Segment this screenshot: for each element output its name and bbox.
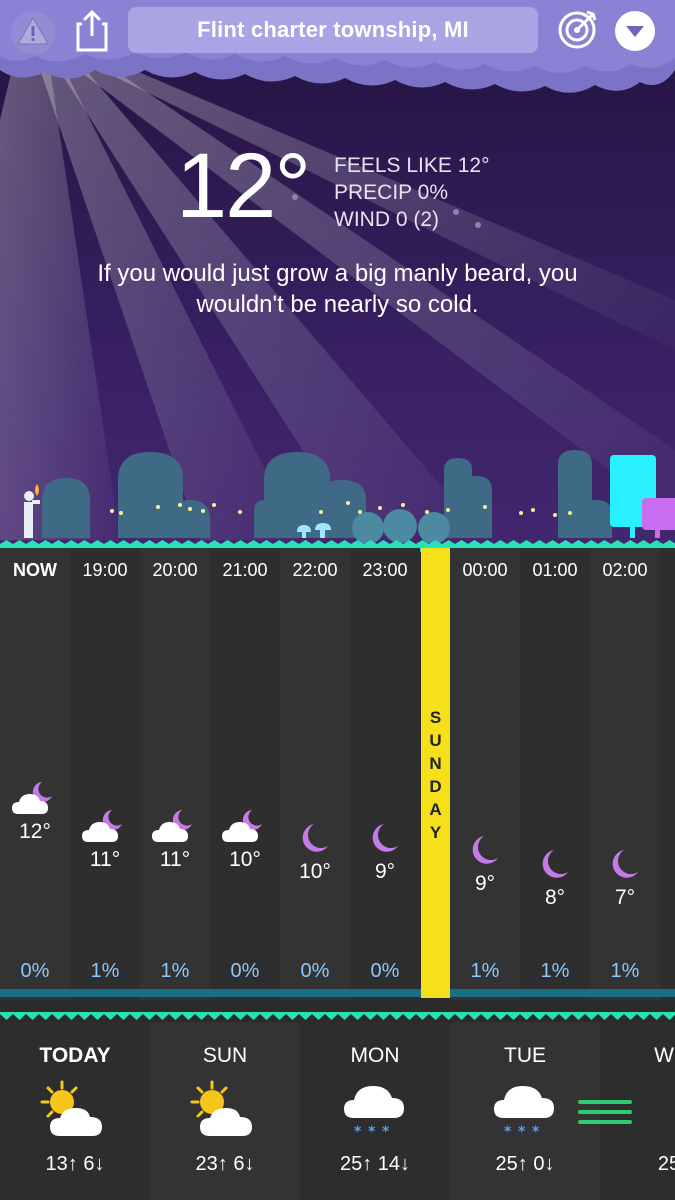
svg-text:*: *: [368, 1124, 376, 1140]
precip-text: PRECIP 0%: [334, 181, 448, 204]
snow-cloud-icon: * * *: [490, 1080, 560, 1142]
location-selector[interactable]: Flint charter township, MI: [128, 7, 538, 53]
menu-button[interactable]: [612, 8, 658, 54]
radar-icon: [558, 10, 597, 49]
hour-precip: 1%: [90, 960, 120, 982]
hour-precip: 1%: [160, 960, 190, 982]
hour-precip: 0%: [300, 960, 330, 982]
hour-temperature: 10°: [229, 848, 261, 871]
feels-like-text: FEELS LIKE 12°: [334, 154, 490, 177]
moon-icon: [362, 818, 408, 858]
svg-text:*: *: [518, 1124, 526, 1140]
hour-precip: 0%: [230, 960, 260, 982]
hour-column[interactable]: 22:00 10° 0%: [280, 548, 350, 1000]
hour-time-label: 21:00: [222, 560, 268, 580]
precip-track: [0, 989, 675, 997]
hour-time-label: NOW: [13, 560, 57, 580]
day-column[interactable]: SUN 23↑ 6↓: [150, 1022, 300, 1200]
hour-column[interactable]: 01:00 8° 1%: [520, 548, 590, 1000]
hour-column[interactable]: NOW 12° 0%: [0, 548, 70, 1000]
hour-precip: 0%: [370, 960, 400, 982]
alert-button[interactable]: [10, 8, 56, 54]
day-column[interactable]: WE 25: [578, 1022, 675, 1200]
hour-temperature: 11°: [159, 848, 191, 871]
svg-text:*: *: [532, 1124, 540, 1140]
day-name: MON: [350, 1044, 400, 1067]
hour-column[interactable]: 00:00 9° 1%: [450, 548, 520, 1000]
hour-temperature: 12°: [19, 820, 51, 843]
hour-temperature: 7°: [614, 886, 636, 909]
hour-temperature: 8°: [544, 886, 566, 909]
moon-icon: [532, 844, 578, 884]
current-details: FEELS LIKE 12° PRECIP 0% WIND 0 (2): [334, 152, 489, 233]
hour-precip: 1%: [610, 960, 640, 982]
day-name: WE: [654, 1044, 675, 1067]
town-skyline-illustration: [24, 450, 675, 544]
hour-precip: 1%: [470, 960, 500, 982]
current-temperature: 12°: [176, 135, 311, 237]
hour-temperature: 9°: [374, 860, 396, 883]
daily-forecast[interactable]: TODAY 13↑ 6↓ SUN 23↑ 6↓ MON * * * 25↑ 14↓ TUE * * * 2…: [0, 1022, 675, 1200]
day-name: SUN: [202, 1044, 248, 1067]
hour-column[interactable]: 02:00 7° 1%: [590, 548, 660, 1000]
moon-icon: [602, 844, 648, 884]
day-temp-range: 13↑ 6↓: [45, 1153, 105, 1175]
hour-column[interactable]: 19:00 11° 1%: [70, 548, 140, 1000]
weather-quip: If you would just grow a big manly beard…: [97, 260, 578, 318]
cloud-moon-icon: [82, 806, 128, 846]
cloud-moon-icon: [222, 806, 268, 846]
svg-text:*: *: [504, 1124, 512, 1140]
hour-temperature: 11°: [89, 848, 121, 871]
snow-cloud-icon: * * *: [340, 1080, 410, 1142]
hour-time-label: 01:00: [532, 560, 578, 580]
location-label: Flint charter township, MI: [197, 17, 469, 42]
hour-temperature: 10°: [299, 860, 331, 883]
day-temp-range: 25↑ 0↓: [495, 1153, 555, 1175]
day-column[interactable]: TODAY 13↑ 6↓: [0, 1022, 150, 1200]
hour-time-label: 20:00: [152, 560, 198, 580]
day-marker: SUNDAY: [421, 548, 450, 998]
hero-scene: Flint charter township, MI 12° FEELS LIK…: [0, 0, 675, 545]
moon-icon: [292, 818, 338, 858]
day-marker-label: SUNDAY: [429, 708, 442, 842]
share-icon: [76, 9, 108, 52]
hourly-forecast[interactable]: NOW 12° 0% 19:00 11° 1% 20:00 11° 1% 21:00 10° 0% 22…: [0, 548, 675, 1010]
hour-time-label: 02:00: [602, 560, 648, 580]
sun-cloud-icon: [40, 1080, 110, 1142]
radar-button[interactable]: [555, 8, 599, 52]
hour-temperature: 9°: [474, 872, 496, 895]
alert-icon: [11, 11, 55, 54]
cloud-moon-icon: [12, 778, 58, 818]
hour-column[interactable]: 20:00 11° 1%: [140, 548, 210, 1000]
svg-text:*: *: [354, 1124, 362, 1140]
hour-time-label: 19:00: [82, 560, 128, 580]
hour-precip: 0%: [20, 960, 50, 982]
hour-time-label: 00:00: [462, 560, 508, 580]
sun-cloud-icon: [190, 1080, 260, 1142]
day-name: TODAY: [39, 1044, 111, 1067]
hour-column[interactable]: 21:00 10° 0%: [210, 548, 280, 1000]
share-button[interactable]: [70, 6, 114, 54]
day-name: TUE: [504, 1044, 546, 1067]
wind-icon: [570, 1080, 640, 1142]
menu-chevron-icon: [615, 11, 655, 51]
wind-text: WIND 0 (2): [334, 208, 439, 231]
cloud-moon-icon: [152, 806, 198, 846]
svg-text:*: *: [382, 1124, 390, 1140]
day-temp-range: 25↑ 14↓: [339, 1153, 411, 1175]
hour-precip: 1%: [540, 960, 570, 982]
hour-column-partial[interactable]: [660, 548, 675, 1000]
day-temp-range: 23↑ 6↓: [195, 1153, 255, 1175]
hour-column[interactable]: 23:00 9° 0%: [350, 548, 420, 1000]
day-temp-range: 25: [657, 1153, 675, 1175]
hour-time-label: 22:00: [292, 560, 338, 580]
moon-icon: [462, 830, 508, 870]
hour-time-label: 23:00: [362, 560, 408, 580]
day-column[interactable]: MON * * * 25↑ 14↓: [300, 1022, 450, 1200]
